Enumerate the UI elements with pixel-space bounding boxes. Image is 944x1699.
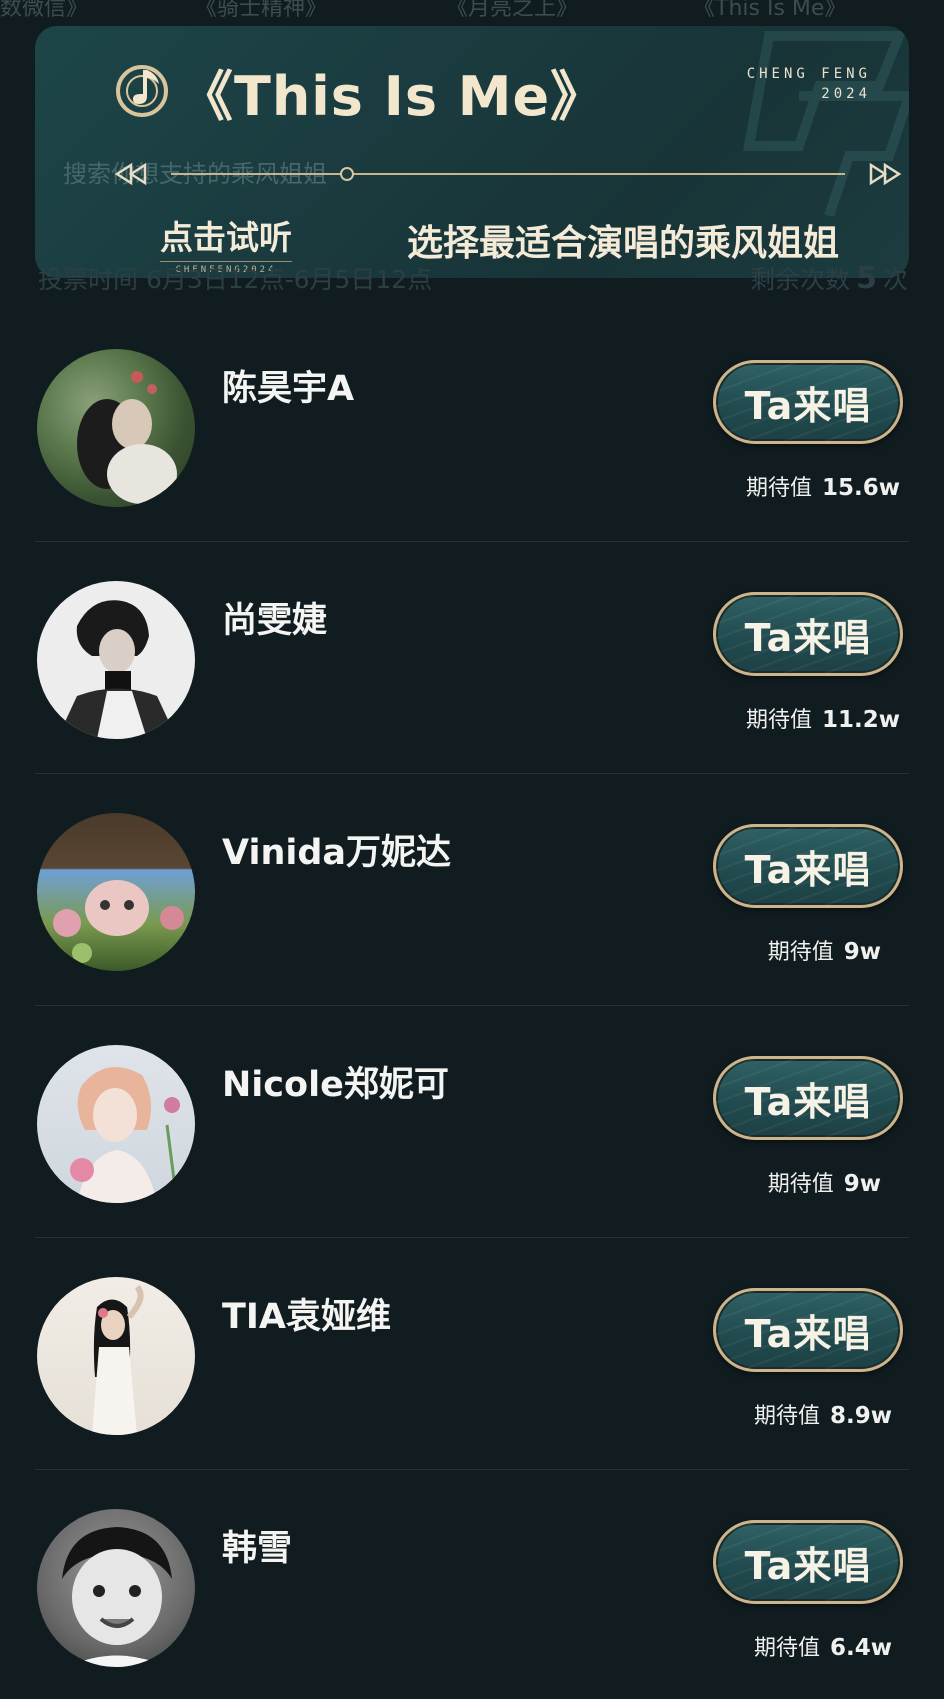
avatar xyxy=(37,1045,195,1203)
list-item: TIA袁娅维 Ta来唱 期待值 8.9w xyxy=(0,1244,944,1476)
sing-button-label: Ta来唱 xyxy=(744,1311,872,1356)
avatar xyxy=(37,1509,195,1667)
sing-button-label: Ta来唱 xyxy=(744,1079,872,1124)
expectation-value: 期待值 9w xyxy=(768,1166,881,1198)
expect-label: 期待值 xyxy=(753,1404,820,1429)
progress-track[interactable] xyxy=(171,173,845,175)
contestant-name: Vinida万妮达 xyxy=(222,833,452,873)
sing-vote-button[interactable]: Ta来唱 xyxy=(713,1056,903,1140)
song-title: 《This Is Me》 xyxy=(179,64,606,128)
sing-button-label: Ta来唱 xyxy=(744,383,872,428)
contestant-name: 韩雪 xyxy=(222,1529,293,1569)
avatar xyxy=(37,1277,195,1435)
list-item: 陈昊宇A Ta来唱 期待值 15.6w xyxy=(0,316,944,548)
row-divider xyxy=(35,773,909,774)
row-divider xyxy=(35,1005,909,1006)
row-divider xyxy=(35,541,909,542)
vote-info-row: 投票时间 6月3日12点-6月5日12点 剩余次数 5 次 xyxy=(38,260,908,296)
expect-label: 期待值 xyxy=(745,476,812,501)
audio-progress[interactable] xyxy=(113,162,903,186)
list-item: Vinida万妮达 Ta来唱 期待值 9w xyxy=(0,780,944,1012)
expect-count: 9w xyxy=(843,939,881,965)
contestant-name: 尚雯婕 xyxy=(222,601,328,641)
sing-vote-button[interactable]: Ta来唱 xyxy=(713,1288,903,1372)
remaining-count: 5 xyxy=(856,261,877,296)
bg-tab: 数微信》 xyxy=(0,0,89,21)
song-banner[interactable]: 搜索你想支持的乘风姐姐 《This Is Me》 CHENG FENG 2024… xyxy=(35,26,909,278)
expectation-value: 期待值 6.4w xyxy=(754,1630,892,1662)
expectation-value: 期待值 8.9w xyxy=(754,1398,892,1430)
music-note-icon xyxy=(116,65,168,117)
banner-subtitle: 选择最适合演唱的乘风姐姐 xyxy=(407,222,840,264)
rewind-icon[interactable] xyxy=(113,162,149,186)
list-item: 尚雯婕 Ta来唱 期待值 11.2w xyxy=(0,548,944,780)
expect-label: 期待值 xyxy=(767,1172,834,1197)
banner-title-row: 《This Is Me》 xyxy=(113,56,605,128)
expectation-value: 期待值 9w xyxy=(768,934,881,966)
fast-forward-icon[interactable] xyxy=(867,162,903,186)
avatar xyxy=(37,813,195,971)
contestant-name: 陈昊宇A xyxy=(222,369,355,409)
sing-button-label: Ta来唱 xyxy=(744,1543,872,1588)
sing-button-label: Ta来唱 xyxy=(744,615,872,660)
row-divider xyxy=(35,1469,909,1470)
listen-label: 点击试听 xyxy=(160,218,292,257)
brand-mark: CHENG FENG 2024 xyxy=(747,64,871,104)
background-tab-strip: 数微信》 《骑士精神》 《月亮之上》 《This Is Me》 xyxy=(0,0,944,24)
sing-vote-button[interactable]: Ta来唱 xyxy=(713,360,903,444)
expect-label: 期待值 xyxy=(753,1636,820,1661)
remaining-unit: 次 xyxy=(882,265,908,294)
expect-count: 15.6w xyxy=(822,475,900,501)
contestant-name: TIA袁娅维 xyxy=(222,1297,391,1337)
expect-count: 8.9w xyxy=(830,1403,892,1429)
brand-year: 2024 xyxy=(821,86,871,102)
brand-watermark-icon xyxy=(743,31,909,216)
remaining-label: 剩余次数 xyxy=(750,265,851,294)
brand-line: CHENG FENG xyxy=(746,66,871,82)
bg-tab: 《This Is Me》 xyxy=(693,0,847,21)
contestant-name: Nicole郑妮可 xyxy=(222,1065,449,1105)
expect-label: 期待值 xyxy=(767,940,834,965)
row-divider xyxy=(35,1237,909,1238)
bg-tab: 《月亮之上》 xyxy=(446,0,579,21)
sing-vote-button[interactable]: Ta来唱 xyxy=(713,1520,903,1604)
expect-count: 6.4w xyxy=(830,1635,892,1661)
expectation-value: 期待值 11.2w xyxy=(746,702,900,734)
bg-tab: 《骑士精神》 xyxy=(195,0,328,21)
progress-knob[interactable] xyxy=(340,167,354,181)
expect-count: 11.2w xyxy=(822,707,900,733)
avatar xyxy=(37,581,195,739)
expectation-value: 期待值 15.6w xyxy=(746,470,900,502)
sing-button-label: Ta来唱 xyxy=(744,847,872,892)
sing-vote-button[interactable]: Ta来唱 xyxy=(713,824,903,908)
list-item: 韩雪 Ta来唱 期待值 6.4w xyxy=(0,1476,944,1699)
vote-time: 投票时间 6月3日12点-6月5日12点 xyxy=(38,265,433,294)
sing-vote-button[interactable]: Ta来唱 xyxy=(713,592,903,676)
remaining-votes: 剩余次数 5 次 xyxy=(750,260,908,296)
list-item: Nicole郑妮可 Ta来唱 期待值 9w xyxy=(0,1012,944,1244)
expect-label: 期待值 xyxy=(745,708,812,733)
avatar xyxy=(37,349,195,507)
expect-count: 9w xyxy=(843,1171,881,1197)
